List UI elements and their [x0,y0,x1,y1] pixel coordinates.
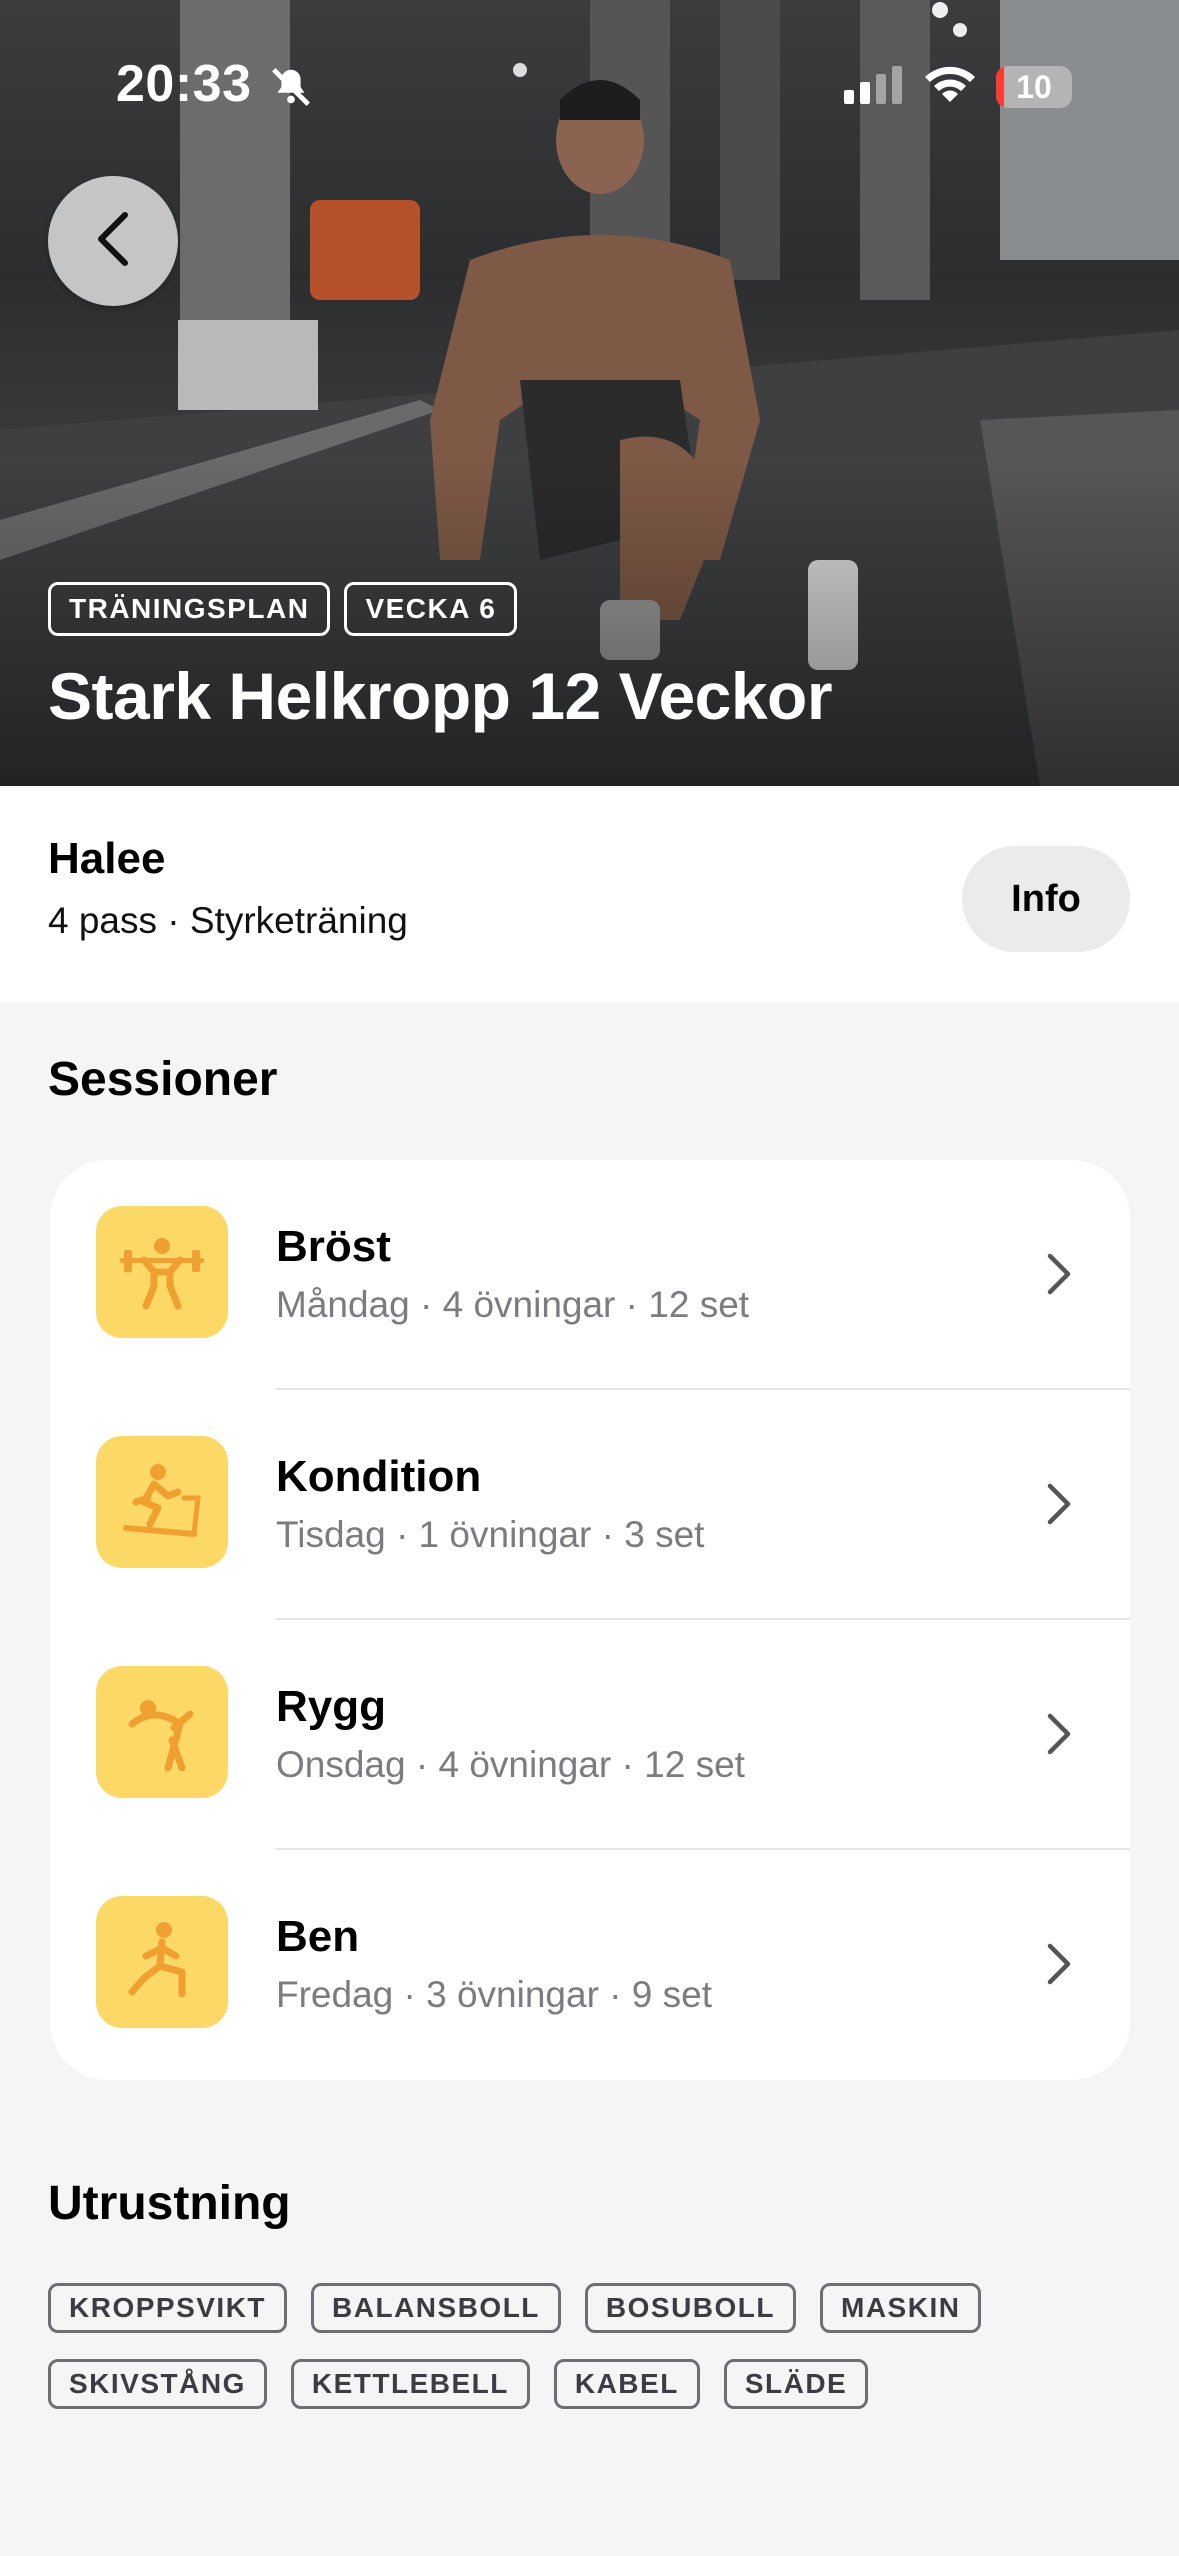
chevron-right-icon [1044,1480,1074,1533]
lunge-icon [96,1896,228,2028]
battery-icon: 10 [996,66,1072,108]
session-row-rygg[interactable]: Rygg Onsdag · 4 övningar · 12 set [50,1620,1130,1850]
chevron-right-icon [1044,1940,1074,1993]
equipment-tag: BOSUBOLL [584,2283,797,2333]
hero-tags: TRÄNINGSPLAN VECKA 6 [48,582,518,636]
week-tag: VECKA 6 [344,582,518,636]
equipment-tag: SKIVSTÅNG [48,2359,267,2409]
session-subtitle: Tisdag · 1 övningar · 3 set [276,1514,705,1555]
author-section: Halee 4 pass · Styrketräning Info [0,786,1179,1002]
equipment-tags: KROPPSVIKT BALANSBOLL BOSUBOLL MASKIN SK… [48,2283,1138,2435]
equipment-tag: MASKIN [820,2283,982,2333]
hero-image: 20:33 10 TRÄNINGSPLAN VECKA 6 Stark Helk… [0,0,1179,786]
cellular-signal-icon [844,64,904,109]
equipment-tag: SLÄDE [723,2359,869,2409]
treadmill-icon [96,1436,228,1568]
plan-type-tag: TRÄNINGSPLAN [48,582,331,636]
session-row-brost[interactable]: Bröst Måndag · 4 övningar · 12 set [50,1160,1130,1390]
chevron-right-icon [1044,1250,1074,1303]
page-title: Stark Helkropp 12 Veckor [48,659,833,733]
session-row-ben[interactable]: Ben Fredag · 3 övningar · 9 set [50,1850,1130,2080]
equipment-heading: Utrustning [48,2177,291,2230]
author-name: Halee [48,834,166,883]
session-title: Bröst [276,1222,391,1271]
session-subtitle: Onsdag · 4 övningar · 12 set [276,1744,745,1785]
equipment-tag: KETTLEBELL [290,2359,530,2409]
session-subtitle: Fredag · 3 övningar · 9 set [276,1974,712,2015]
chevron-left-icon [91,209,135,274]
weightlifting-icon [96,1206,228,1338]
sessions-heading: Sessioner [48,1053,278,1106]
equipment-tag: BALANSBOLL [311,2283,561,2333]
info-button[interactable]: Info [962,846,1130,952]
session-title: Rygg [276,1682,386,1731]
equipment-tag: KROPPSVIKT [48,2283,288,2333]
wifi-icon [922,62,978,111]
session-subtitle: Måndag · 4 övningar · 12 set [276,1284,750,1325]
session-title: Kondition [276,1452,482,1501]
stretching-icon [96,1666,228,1798]
bell-muted-icon [268,64,314,115]
sessions-list: Bröst Måndag · 4 övningar · 12 set Kondi… [50,1160,1130,2080]
status-time: 20:33 [116,55,252,113]
session-row-kondition[interactable]: Kondition Tisdag · 1 övningar · 3 set [50,1390,1130,1620]
plan-meta: 4 pass · Styrketräning [48,900,408,941]
back-button[interactable] [48,176,178,306]
status-bar: 20:33 10 [0,0,1179,170]
chevron-right-icon [1044,1710,1074,1763]
battery-percentage: 10 [1016,69,1052,105]
session-title: Ben [276,1912,360,1961]
equipment-tag: KABEL [553,2359,700,2409]
